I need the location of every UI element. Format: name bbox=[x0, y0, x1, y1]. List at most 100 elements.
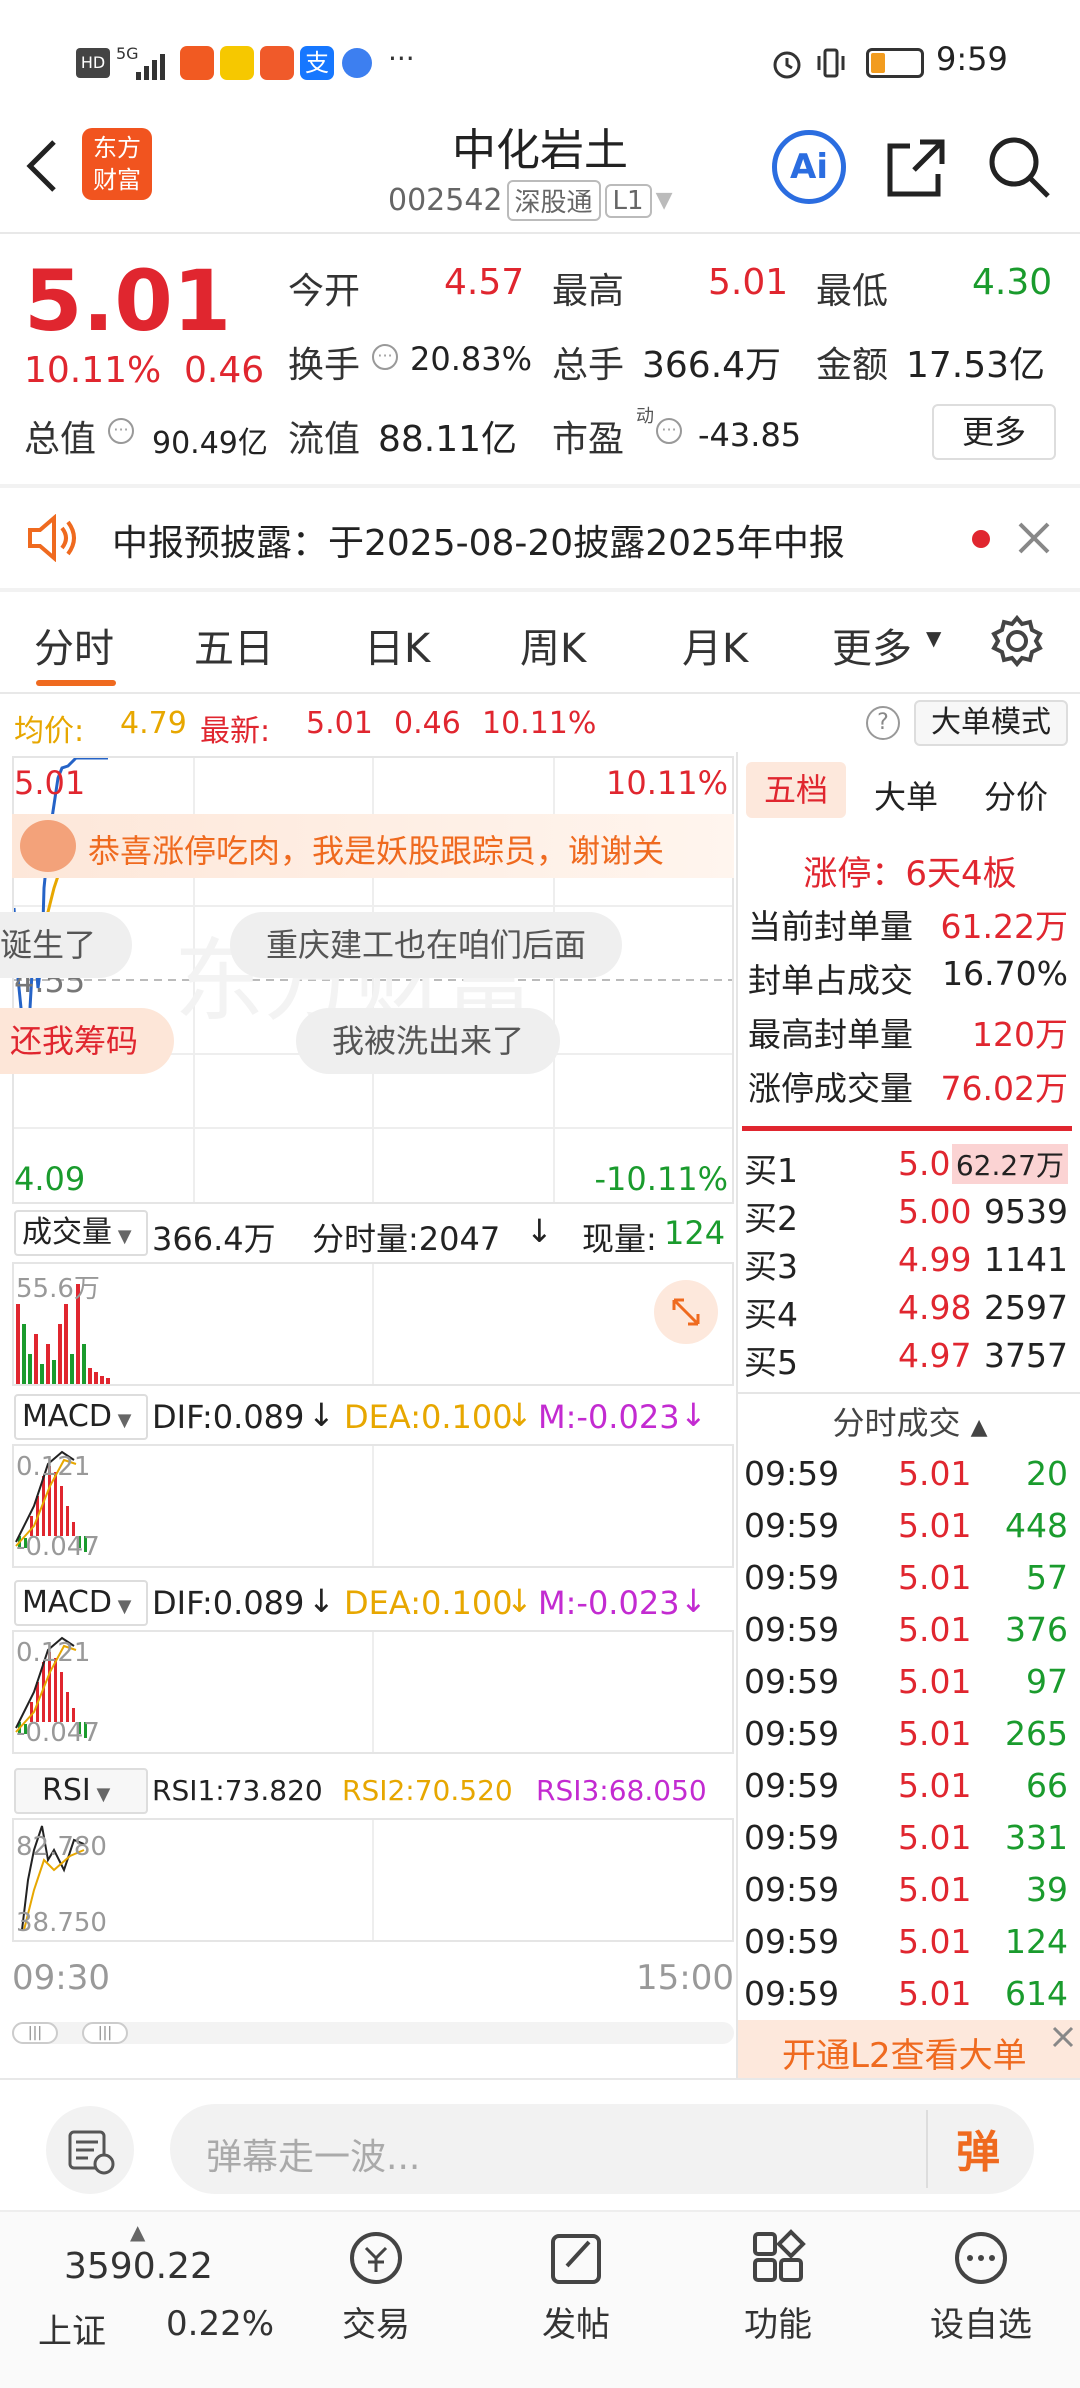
close-icon[interactable] bbox=[1016, 520, 1052, 556]
tab-price-distribution[interactable]: 分价 bbox=[984, 772, 1048, 818]
divider bbox=[738, 1392, 1080, 1394]
bid-price: 4.99 bbox=[898, 1240, 972, 1279]
more-button[interactable]: 更多 bbox=[932, 404, 1056, 460]
tab-weekly-k[interactable]: 周K bbox=[520, 616, 586, 674]
danmaku-bubble[interactable]: 诞生了 bbox=[0, 912, 133, 978]
info-icon[interactable]: ··· bbox=[656, 418, 682, 444]
tab-daily-k[interactable]: 日K bbox=[364, 616, 430, 674]
vibrate-icon bbox=[814, 46, 848, 80]
tick-time: 09:59 bbox=[744, 1870, 840, 1909]
clock: 9:59 bbox=[936, 40, 1008, 78]
tab-intraday[interactable]: 分时 bbox=[34, 616, 114, 674]
battery-icon bbox=[866, 48, 924, 78]
tick-price: 5.01 bbox=[898, 1870, 972, 1909]
scroll-handle-right[interactable]: ||| bbox=[82, 2022, 128, 2044]
info-icon[interactable]: ··· bbox=[108, 418, 134, 444]
scroll-handle-left[interactable]: ||| bbox=[12, 2022, 58, 2044]
close-icon[interactable] bbox=[1050, 2024, 1076, 2050]
bid-volume: 9539 bbox=[984, 1192, 1068, 1231]
bid-price: 4.97 bbox=[898, 1336, 972, 1375]
sort-up-icon: ▲ bbox=[970, 1415, 988, 1440]
danmaku-toggle-icon[interactable] bbox=[46, 2106, 134, 2194]
tab-monthly-k[interactable]: 月K bbox=[682, 616, 748, 674]
tick-volume: 265 bbox=[1005, 1714, 1068, 1753]
bottom-nav: ▲ 3590.22 上证 0.22% 交易 发帖 功能 设自选 bbox=[0, 2210, 1080, 2388]
danmaku-input[interactable]: 弹幕走一波... 弹 bbox=[170, 2104, 1034, 2194]
share-icon[interactable] bbox=[884, 136, 948, 200]
volume-header: 成交量 ▼ 366.4万 分时量:2047 ↓ 现量: 124 bbox=[12, 1208, 734, 1262]
notice-bar[interactable]: 中报预披露：于2025-08-20披露2025年中报 bbox=[0, 488, 1080, 588]
bid-volume: 62.27万 bbox=[951, 1144, 1068, 1184]
chevron-up-icon[interactable]: ▲ bbox=[130, 2220, 145, 2244]
limit-up-streak: 涨停：6天4板 bbox=[803, 854, 1017, 894]
macd-indicator-select[interactable]: MACD ▼ bbox=[14, 1580, 148, 1626]
settings-icon[interactable] bbox=[990, 614, 1044, 668]
help-icon[interactable]: ? bbox=[866, 706, 900, 740]
send-danmaku-button[interactable]: 弹 bbox=[956, 2116, 1000, 2180]
macd-chart[interactable]: 0.121 -0.047 bbox=[12, 1444, 734, 1568]
danmaku-bubble[interactable]: 我被洗出来了 bbox=[296, 1008, 561, 1074]
tick-time: 09:59 bbox=[744, 1558, 840, 1597]
tab-5day[interactable]: 五日 bbox=[194, 616, 274, 674]
l2-banner[interactable]: 开通L2查看大单 bbox=[738, 2020, 1080, 2078]
y-axis-top-pct: 10.11% bbox=[605, 764, 728, 802]
mktcap-value: 90.49亿 bbox=[152, 426, 268, 461]
app-icon-2 bbox=[220, 46, 254, 80]
volume-chart[interactable]: 55.6万 bbox=[12, 1262, 734, 1386]
tick-price: 5.01 bbox=[898, 1610, 972, 1649]
macd-dif: DIF:0.089 bbox=[152, 1584, 305, 1622]
tab-big-orders[interactable]: 大单 bbox=[874, 772, 938, 818]
expand-icon[interactable] bbox=[654, 1280, 718, 1344]
pe-superscript: 动 bbox=[636, 406, 654, 427]
danmaku-banner[interactable]: 恭喜涨停吃肉，我是妖股跟踪员，谢谢关 bbox=[12, 814, 734, 878]
tick-volume: 97 bbox=[1026, 1662, 1068, 1701]
bid-volume: 1141 bbox=[984, 1240, 1068, 1279]
app-icon-3 bbox=[260, 46, 294, 80]
tab-five-levels[interactable]: 五档 bbox=[746, 762, 846, 818]
dropdown-icon[interactable]: ▼ bbox=[656, 188, 673, 213]
index-name[interactable]: 上证 bbox=[38, 2304, 106, 2353]
macd-chart[interactable]: 0.121 -0.047 bbox=[12, 1630, 734, 1754]
tick-time: 09:59 bbox=[744, 1766, 840, 1805]
big-order-mode-button[interactable]: 大单模式 bbox=[914, 700, 1068, 746]
time-axis-end: 15:00 bbox=[636, 1958, 734, 1998]
status-bar: HD 5G 支 ··· 9:59 bbox=[0, 0, 1080, 110]
ticks-header[interactable]: 分时成交 ▲ bbox=[738, 1398, 1080, 1450]
more-notifications-icon: ··· bbox=[388, 42, 415, 75]
index-value[interactable]: 3590.22 bbox=[64, 2246, 213, 2287]
tick-volume: 57 bbox=[1026, 1558, 1068, 1597]
nav-functions[interactable]: 功能 bbox=[724, 2226, 832, 2346]
macd-scale-bottom: -0.047 bbox=[16, 1532, 100, 1562]
order-book-panel: 五档 大单 分价 涨停：6天4板 当前封单量 61.22万 封单占成交 16.7… bbox=[736, 752, 1080, 2078]
index-percent[interactable]: 0.22% bbox=[166, 2304, 274, 2344]
chevron-down-icon[interactable]: ▼ bbox=[926, 626, 941, 650]
alarm-icon bbox=[770, 46, 804, 80]
current-volume: 124 bbox=[664, 1214, 726, 1252]
amount-value: 17.53亿 bbox=[906, 345, 1046, 386]
ai-button[interactable]: Ai bbox=[772, 130, 846, 204]
browser-icon bbox=[342, 48, 372, 78]
volume-indicator-select[interactable]: 成交量 ▼ bbox=[14, 1210, 148, 1256]
macd-bars bbox=[15, 1446, 374, 1566]
search-icon[interactable] bbox=[986, 134, 1052, 200]
rsi-indicator-select[interactable]: RSI ▼ bbox=[14, 1768, 148, 1814]
nav-post[interactable]: 发帖 bbox=[522, 2226, 630, 2346]
macd-header: MACD ▼ DIF:0.089 ↓ DEA:0.100 ↓ M:-0.023 … bbox=[12, 1578, 734, 1630]
rsi-chart[interactable]: 82.780 38.750 bbox=[12, 1818, 734, 1942]
danmaku-bubble[interactable]: 还我筹码 bbox=[0, 1008, 175, 1074]
macd-indicator-select[interactable]: MACD ▼ bbox=[14, 1394, 148, 1440]
nav-add-watchlist[interactable]: 设自选 bbox=[918, 2226, 1044, 2346]
tick-volume: 376 bbox=[1005, 1610, 1068, 1649]
unread-dot bbox=[972, 530, 990, 548]
rsi3-value: RSI3:68.050 bbox=[536, 1774, 707, 1807]
chart-scrollbar[interactable]: ||| ||| bbox=[12, 2022, 734, 2044]
level-tag: L1 bbox=[604, 183, 652, 218]
macd-dea: DEA:0.100 bbox=[344, 1398, 513, 1436]
chart-area[interactable]: 东方财富 5.01 10.11% 4.55 4.09 -10.11% 恭喜涨停吃… bbox=[0, 752, 736, 2078]
info-icon[interactable]: ··· bbox=[372, 344, 398, 370]
rsi-scale-bottom: 38.750 bbox=[16, 1908, 107, 1938]
nav-trade[interactable]: 交易 bbox=[322, 2226, 430, 2346]
bid-divider bbox=[742, 1126, 1072, 1131]
tab-more[interactable]: 更多 bbox=[832, 616, 912, 674]
danmaku-bubble[interactable]: 重庆建工也在咱们后面 bbox=[230, 912, 623, 978]
